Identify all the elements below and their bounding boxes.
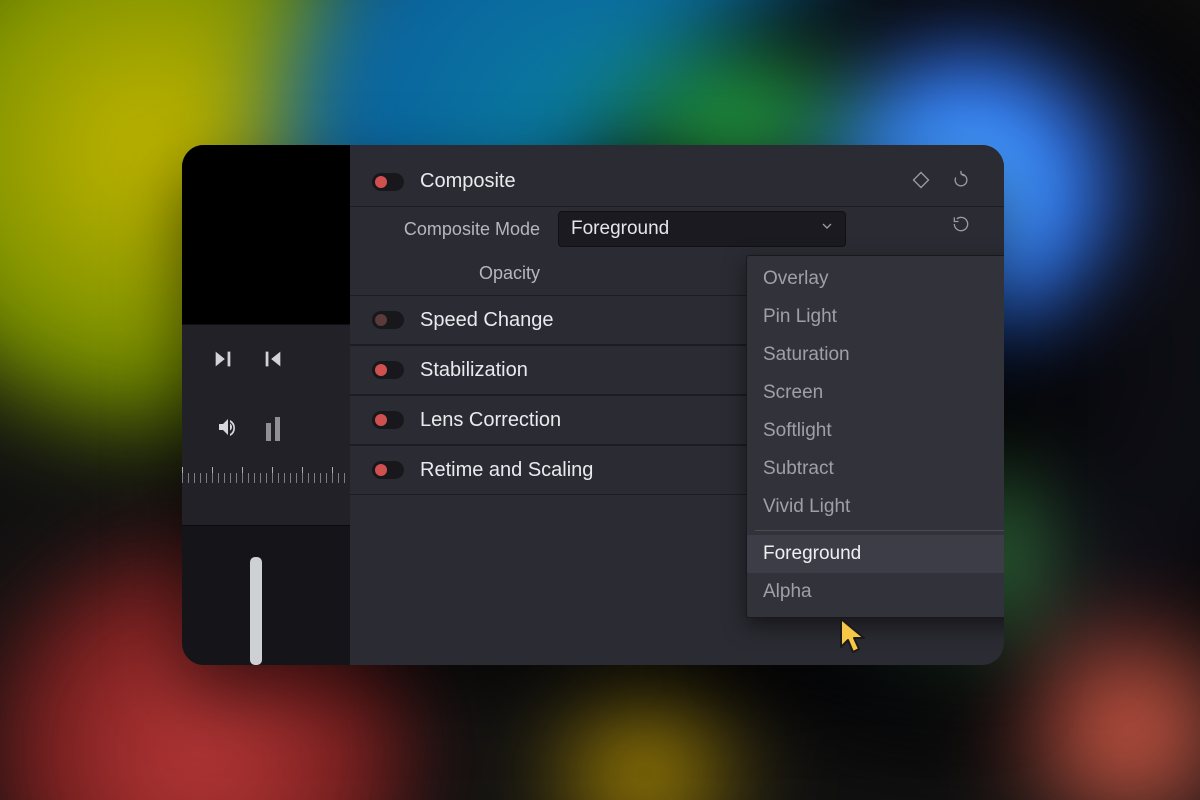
dropdown-option[interactable]: Subtract bbox=[747, 450, 1004, 488]
speed-change-toggle[interactable] bbox=[372, 311, 404, 329]
composite-mode-value: Foreground bbox=[571, 218, 669, 240]
reset-loop-icon[interactable] bbox=[948, 167, 974, 193]
dropdown-option[interactable]: Pin Light bbox=[747, 298, 1004, 336]
viewer-sidebar bbox=[182, 145, 350, 665]
dropdown-option[interactable]: Vivid Light bbox=[747, 488, 1004, 526]
volume-row bbox=[182, 401, 350, 457]
dropdown-option[interactable]: Overlay bbox=[747, 260, 1004, 298]
section-title: Composite bbox=[420, 170, 516, 193]
lens-correction-toggle[interactable] bbox=[372, 411, 404, 429]
section-title: Lens Correction bbox=[420, 409, 561, 432]
cursor-pointer-icon bbox=[838, 617, 872, 662]
dropdown-option[interactable]: Softlight bbox=[747, 412, 1004, 450]
volume-icon[interactable] bbox=[216, 415, 240, 444]
inspector-window: Composite Composite Mode Foreground Opac… bbox=[182, 145, 1004, 665]
next-frame-icon[interactable] bbox=[212, 348, 234, 375]
playhead[interactable] bbox=[250, 557, 262, 665]
keyframe-diamond-icon[interactable] bbox=[908, 167, 934, 193]
dropdown-option[interactable]: Alpha bbox=[747, 573, 1004, 611]
section-title: Speed Change bbox=[420, 309, 553, 332]
transport-controls bbox=[182, 333, 350, 389]
chevron-down-icon bbox=[819, 218, 835, 240]
dropdown-option[interactable]: Saturation bbox=[747, 336, 1004, 374]
inspector-panel: Composite Composite Mode Foreground Opac… bbox=[350, 145, 1004, 665]
volume-meter-icon[interactable] bbox=[266, 417, 280, 441]
stabilization-toggle[interactable] bbox=[372, 361, 404, 379]
section-title: Stabilization bbox=[420, 359, 528, 382]
dropdown-divider bbox=[755, 530, 1004, 531]
prev-frame-icon[interactable] bbox=[262, 348, 284, 375]
composite-mode-select[interactable]: Foreground bbox=[558, 211, 846, 247]
dropdown-option[interactable]: Screen bbox=[747, 374, 1004, 412]
composite-mode-dropdown[interactable]: OverlayPin LightSaturationScreenSoftligh… bbox=[746, 255, 1004, 618]
viewer-preview bbox=[182, 145, 350, 325]
composite-mode-label: Composite Mode bbox=[372, 219, 558, 240]
retime-scaling-toggle[interactable] bbox=[372, 461, 404, 479]
timeline-ruler[interactable] bbox=[182, 463, 350, 485]
reset-icon[interactable] bbox=[948, 211, 974, 237]
dropdown-option[interactable]: Foreground bbox=[747, 535, 1004, 573]
timeline-track[interactable] bbox=[182, 525, 350, 665]
opacity-label: Opacity bbox=[372, 263, 558, 284]
composite-toggle[interactable] bbox=[372, 173, 404, 191]
section-title: Retime and Scaling bbox=[420, 459, 593, 482]
